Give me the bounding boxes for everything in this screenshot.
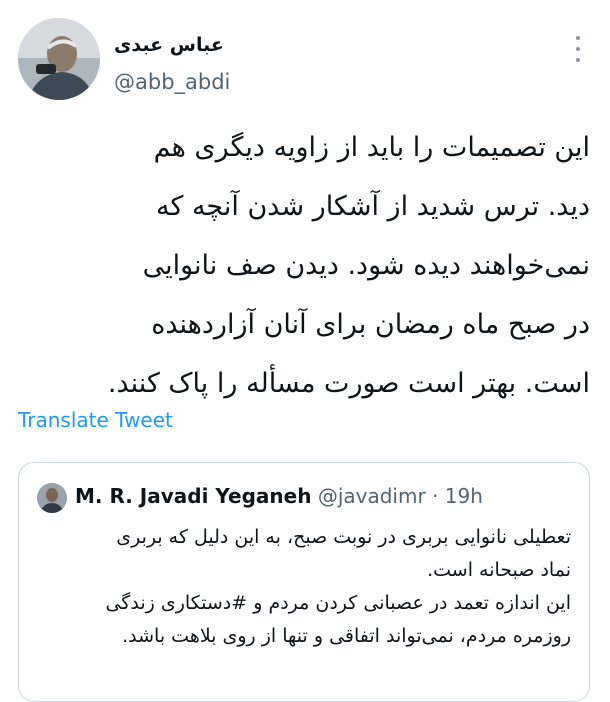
quoted-handle[interactable]: @javadimr <box>318 484 426 508</box>
more-dot <box>576 36 580 40</box>
more-vertical-icon[interactable] <box>568 36 588 62</box>
quoted-avatar-photo <box>37 483 67 513</box>
more-dot <box>576 58 580 62</box>
tweet-text: این تصمیمات را باید از زاویه دیگری هم دی… <box>107 132 590 399</box>
quoted-tweet[interactable]: M. R. Javadi Yeganeh @javadimr · 19h تعط… <box>18 462 590 702</box>
quoted-header: M. R. Javadi Yeganeh @javadimr · 19h <box>75 484 483 508</box>
user-handle[interactable]: @abb_abdi <box>114 70 230 94</box>
tweet-header: عباس عبدی @abb_abdi <box>0 0 610 110</box>
avatar[interactable] <box>18 18 100 100</box>
quoted-avatar[interactable] <box>37 483 67 513</box>
quoted-text: تعطیلی نانوایی بربری در نوبت صبح، به این… <box>105 526 571 647</box>
display-name[interactable]: عباس عبدی <box>114 34 224 56</box>
quoted-time[interactable]: 19h <box>445 484 483 508</box>
dot-separator: · <box>432 484 439 508</box>
quoted-name[interactable]: M. R. Javadi Yeganeh <box>75 484 311 508</box>
translate-tweet-link[interactable]: Translate Tweet <box>18 408 173 432</box>
more-dot <box>576 47 580 51</box>
avatar-photo <box>18 18 100 100</box>
